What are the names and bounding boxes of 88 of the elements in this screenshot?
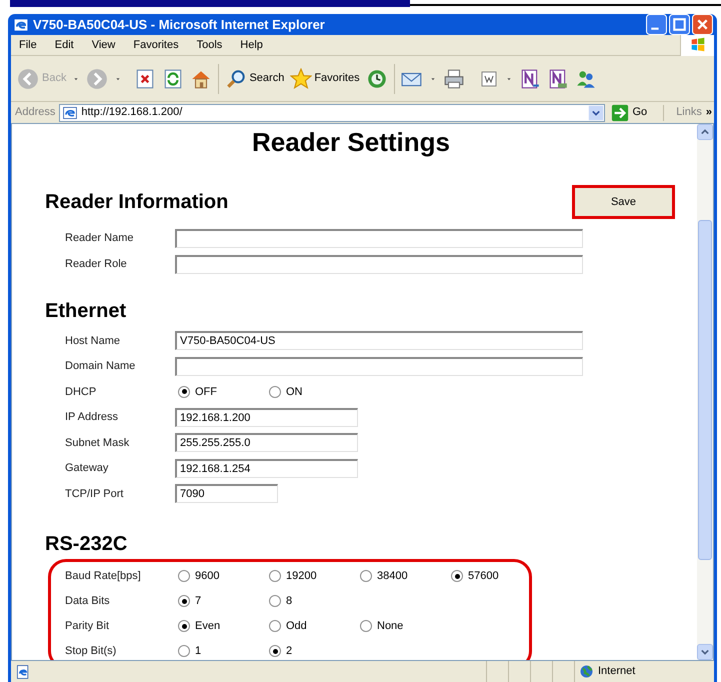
dropdown-icon[interactable] [588,104,604,120]
menu-item[interactable]: Help [240,36,263,54]
search-icon [225,68,248,90]
option-label: OFF [195,384,217,400]
field-label: IP Address [65,410,119,425]
search-button[interactable]: Search [225,68,284,90]
option-label: 9600 [195,568,220,584]
option-label: ON [286,384,302,400]
section-heading: Reader Information [45,190,228,215]
radio-button[interactable] [360,620,372,632]
option-label: 38400 [377,568,408,584]
text-field[interactable]: 192.168.1.200 [175,408,358,427]
option-label: Odd [286,618,307,634]
stop-icon[interactable] [134,68,156,90]
field-label: Reader Name [65,230,134,246]
field-label: Subnet Mask [65,436,130,450]
option-label: 19200 [286,568,317,584]
radio-button[interactable] [269,620,281,632]
option-label: 57600 [468,568,499,584]
section-heading: RS-232C [45,532,128,556]
scroll-thumb[interactable] [698,220,712,560]
text-field[interactable]: V750-BA50C04-US [175,331,583,350]
star-icon [290,68,312,90]
arrow-icon [610,104,628,122]
field-label: Reader Role [65,256,128,272]
browser-icon [13,16,29,32]
page-icon [62,104,78,120]
field-label: Data Bits [65,594,111,609]
favorites-button[interactable]: Favorites [290,68,360,90]
page-title: Reader Settings [251,126,451,158]
menu-item[interactable]: Tools [196,36,222,54]
more-links-button[interactable]: » [706,104,714,121]
menu-item[interactable]: Edit [54,36,74,54]
radio-button[interactable] [178,620,190,632]
text-field[interactable] [175,254,583,274]
menu-item[interactable]: File [19,36,37,54]
option-label: 1 [195,644,202,659]
section-heading: Ethernet [45,299,126,324]
address-label: Address [15,105,56,120]
scroll-up-icon[interactable] [697,124,713,140]
field-label: Parity Bit [65,618,110,634]
page-icon [15,664,31,680]
radio-button[interactable] [269,645,281,657]
scrollbar[interactable] [697,124,713,660]
globe-icon [579,664,594,679]
option-label: 7 [195,594,202,609]
menu-item[interactable]: Favorites [133,36,179,54]
field-label: Gateway [65,461,110,476]
radio-button[interactable] [178,570,190,582]
radio-button[interactable] [178,645,190,657]
option-label: 8 [286,594,292,609]
option-label: None [377,618,404,634]
address-url: http://192.168.1.200/ [81,105,184,120]
text-field[interactable]: 255.255.255.0 [175,433,358,452]
zone-label: Internet [598,664,636,680]
field-label: DHCP [65,384,98,400]
window-title: V750-BA50C04-US - Microsoft Internet Explorer [33,16,325,34]
option-label: Even [195,618,220,634]
text-field[interactable] [175,356,583,376]
radio-button[interactable] [269,386,281,398]
option-label: 2 [286,644,292,659]
minimize-button[interactable] [646,14,667,35]
radio-button[interactable] [178,386,190,398]
radio-button[interactable] [360,570,372,582]
go-button[interactable]: Go [608,104,650,122]
field-label: Baud Rate[bps] [65,568,142,584]
printer-icon[interactable] [442,68,465,90]
radio-button[interactable] [178,595,190,607]
text-field[interactable] [175,228,583,248]
maximize-button[interactable] [669,14,690,35]
scroll-down-icon[interactable] [697,644,713,660]
menu-item[interactable]: View [92,36,116,54]
windows-logo-icon [688,36,706,54]
radio-button[interactable] [269,595,281,607]
radio-button[interactable] [451,570,463,582]
refresh-icon[interactable] [162,68,184,90]
field-label: Host Name [65,334,122,348]
address-field[interactable]: http://192.168.1.200/ [59,104,604,122]
field-label: TCP/IP Port [65,486,124,502]
radio-button[interactable] [269,570,281,582]
text-field[interactable]: 192.168.1.254 [175,458,358,478]
text-field[interactable]: 7090 [175,484,278,504]
field-label: Domain Name [65,359,136,374]
field-label: Stop Bit(s) [65,644,118,659]
save-button[interactable]: Save [572,185,675,219]
history-icon[interactable] [366,68,388,90]
close-button[interactable] [692,14,713,35]
document-icon[interactable] [478,68,499,88]
